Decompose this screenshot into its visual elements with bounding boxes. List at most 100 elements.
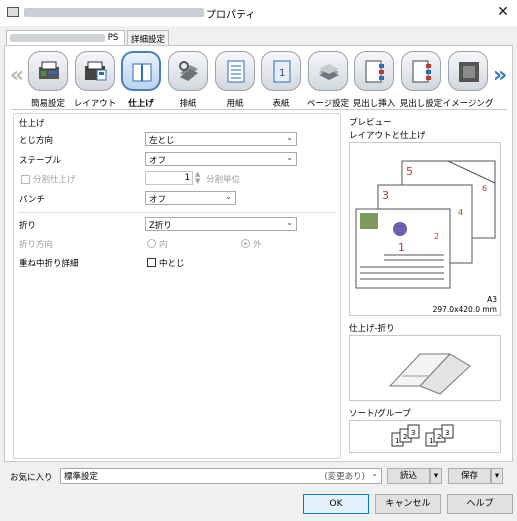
sort-group-title: ソート/グループ — [349, 409, 411, 419]
fold-value: Z折り — [149, 221, 172, 231]
preview-group: プレビュー レイアウトと仕上げ 5 6 3 4 1 2 A3 297.0x420… — [347, 113, 511, 459]
favorites-modified: (変更あり) — [324, 472, 365, 482]
scroll-right-icon[interactable]: » — [493, 63, 507, 88]
paper-icon — [215, 51, 255, 91]
category-cover[interactable]: 1 表紙 — [258, 51, 302, 109]
save-button[interactable]: 保存 — [448, 468, 491, 484]
divider — [11, 109, 507, 110]
layout-preview: 5 6 3 4 1 2 A3 297.0x420.0 mm — [349, 142, 501, 316]
paper-size: A3 — [487, 295, 497, 304]
finishing-group: 仕上げ とじ方向 左とじ ⌄ ステープル オフ ⌄ 分割仕上げ 1 ▲ ▼ 分割単位 … — [13, 113, 341, 459]
sort-number: 1 — [429, 437, 433, 445]
punch-value: オフ — [149, 195, 167, 205]
category-bar: « 簡易設定 レイアウト 仕上げ 排紙 用紙 1 表紙 ページ設定 見出し挿入 … — [5, 47, 512, 114]
binding-position-select[interactable]: 左とじ ⌄ — [145, 132, 297, 146]
sort-preview: 1 2 3 1 2 3 — [349, 420, 501, 453]
quick-setup-icon — [28, 51, 68, 91]
sort-number: 2 — [437, 433, 441, 441]
binding-position-label: とじ方向 — [19, 136, 54, 146]
imaging-icon — [448, 51, 488, 91]
divider — [18, 212, 336, 213]
page-number: 2 — [434, 232, 439, 241]
preview-title: プレビュー — [349, 118, 392, 128]
page-number: 6 — [482, 184, 487, 193]
cancel-button[interactable]: キャンセル — [375, 494, 441, 514]
saddle-stitch-label: 中とじ — [159, 259, 185, 269]
bottom-bar: お気に入り 標準設定 (変更あり) ⌄ 読込 ▾ 保存 ▾ OK キャンセル ヘ… — [0, 463, 517, 521]
favorites-label: お気に入り — [10, 473, 53, 483]
output-icon — [168, 51, 208, 91]
fold-out-radio[interactable] — [241, 239, 250, 248]
window-title: プロパティ — [206, 10, 256, 21]
save-menu-button[interactable]: ▾ — [491, 468, 503, 484]
svg-text:1: 1 — [279, 68, 285, 79]
help-button[interactable]: ヘルプ — [447, 494, 513, 514]
ok-button[interactable]: OK — [303, 494, 369, 514]
binding-position-value: 左とじ — [149, 136, 175, 146]
fold-select[interactable]: Z折り ⌄ — [145, 217, 297, 231]
sort-number: 3 — [445, 429, 449, 437]
chevron-down-icon: ⌄ — [286, 153, 293, 162]
scroll-left-icon[interactable]: « — [10, 63, 24, 88]
category-tab-setting[interactable]: 見出し設定 — [398, 51, 442, 109]
offset-label: 分割仕上げ — [33, 175, 76, 185]
close-icon[interactable]: ✕ — [493, 2, 513, 22]
category-finishing[interactable]: 仕上げ — [118, 51, 162, 109]
offset-checkbox[interactable] — [21, 175, 30, 184]
tab-advanced[interactable]: 詳細設定 — [127, 30, 169, 45]
category-output[interactable]: 排紙 — [165, 51, 209, 109]
load-menu-button[interactable]: ▾ — [430, 468, 442, 484]
chevron-down-icon: ▾ — [494, 471, 500, 481]
fold-out-label: 外 — [253, 240, 262, 250]
chevron-down-icon: ▾ — [433, 471, 439, 481]
sort-number: 1 — [395, 437, 399, 445]
chevron-down-icon: ⌄ — [286, 218, 293, 227]
chevron-down-icon: ⌄ — [225, 192, 232, 201]
tab-insert-icon — [354, 51, 394, 91]
z-fold-illustration — [388, 353, 471, 395]
page-number: 4 — [458, 208, 463, 217]
finishing-group-title: 仕上げ — [19, 119, 45, 129]
fold-label: 折り — [19, 221, 37, 231]
punch-label: パンチ — [19, 195, 45, 205]
fold-direction-label: 折り方向 — [19, 240, 54, 250]
fold-in-label: 内 — [159, 240, 168, 250]
saddle-stitch-checkbox[interactable] — [147, 258, 156, 267]
title-bar: プロパティ ✕ — [0, 0, 517, 26]
fold-preview — [349, 335, 501, 401]
offset-unit-label: 分割単位 — [206, 175, 241, 185]
layout-icon — [75, 51, 115, 91]
favorites-select[interactable]: 標準設定 (変更あり) ⌄ — [60, 468, 382, 484]
page-number: 1 — [398, 241, 405, 254]
page-number: 3 — [382, 189, 389, 202]
saddle-detail-label: 重ね中折り詳細 — [19, 259, 79, 269]
chevron-down-icon: ⌄ — [286, 133, 293, 142]
tab-setting-icon — [401, 51, 441, 91]
category-quick-setup[interactable]: 簡易設定 — [25, 51, 69, 109]
spinner-arrows-icon[interactable]: ▲ ▼ — [195, 171, 200, 185]
chevron-down-icon: ⌄ — [371, 469, 378, 478]
sort-illustration: 1 2 3 1 2 3 — [391, 424, 454, 447]
staple-select[interactable]: オフ ⌄ — [145, 152, 297, 166]
fold-preview-title: 仕上げ-折り — [349, 324, 395, 334]
tab-ps[interactable]: PS — [6, 30, 125, 46]
offset-spinner[interactable]: 1 — [145, 171, 193, 185]
load-button[interactable]: 読込 — [387, 468, 430, 484]
page-setup-icon — [308, 51, 348, 91]
main-panel: « 簡易設定 レイアウト 仕上げ 排紙 用紙 1 表紙 ページ設定 見出し挿入 … — [4, 45, 513, 462]
printer-name-redacted — [24, 8, 204, 17]
page-stack-preview: 5 6 3 4 1 2 — [355, 160, 496, 289]
paper-dimensions: 297.0x420.0 mm — [432, 305, 497, 314]
tab-printer-name-redacted — [10, 33, 105, 42]
finishing-icon — [121, 51, 161, 91]
staple-label: ステープル — [19, 156, 61, 166]
punch-select[interactable]: オフ ⌄ — [145, 191, 236, 205]
fold-in-radio[interactable] — [147, 239, 156, 248]
category-tab-insert[interactable]: 見出し挿入 — [351, 51, 395, 109]
category-imaging[interactable]: イメージング — [443, 51, 493, 109]
favorites-value: 標準設定 — [64, 472, 99, 482]
category-label: イメージング — [442, 99, 494, 109]
printer-icon — [7, 7, 19, 17]
sort-number: 2 — [403, 433, 407, 441]
tab-ps-label: PS — [107, 33, 119, 43]
